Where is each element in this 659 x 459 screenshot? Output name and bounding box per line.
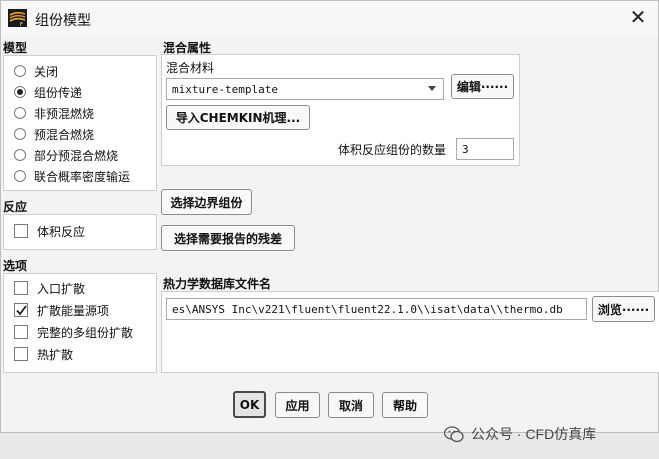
- mixture-material-select[interactable]: mixture-template: [166, 78, 444, 100]
- model-option-label: 非预混燃烧: [34, 106, 95, 121]
- title-bar: F 组份模型 ✕: [1, 1, 658, 35]
- radio-button[interactable]: [14, 86, 26, 98]
- thermo-db-path-input[interactable]: es\ANSYS Inc\v221\fluent\fluent22.1.0\\i…: [166, 298, 587, 320]
- wechat-icon: [444, 425, 464, 442]
- select-report-residuals-button[interactable]: 选择需要报告的残差: [161, 225, 295, 251]
- fluent-app-icon: F: [8, 9, 27, 27]
- thermo-db-group: es\ANSYS Inc\v221\fluent\fluent22.1.0\\i…: [161, 291, 659, 373]
- watermark: 公众号 · CFD仿真库: [444, 424, 596, 444]
- option-label: 扩散能量源项: [37, 303, 110, 318]
- num-species-input[interactable]: 3: [456, 138, 514, 160]
- model-option-radio[interactable]: 部分预混合燃烧: [14, 146, 118, 164]
- close-icon[interactable]: ✕: [626, 6, 650, 30]
- option-checkbox[interactable]: 热扩散: [14, 345, 73, 363]
- model-option-radio[interactable]: 组份传递: [14, 83, 82, 101]
- options-section-title: 选项: [3, 259, 28, 273]
- checkbox-box[interactable]: [14, 281, 28, 295]
- ok-button[interactable]: OK: [233, 391, 266, 418]
- browse-button[interactable]: 浏览······: [592, 296, 655, 322]
- help-button[interactable]: 帮助: [382, 392, 428, 418]
- reaction-section-title: 反应: [3, 200, 28, 214]
- radio-button[interactable]: [14, 107, 26, 119]
- thermo-db-title: 热力学数据库文件名: [163, 277, 272, 291]
- reaction-group: 体积反应: [3, 214, 157, 250]
- model-option-radio[interactable]: 关闭: [14, 62, 58, 80]
- volumetric-reaction-label: 体积反应: [37, 224, 86, 239]
- option-label: 入口扩散: [37, 281, 86, 296]
- checkbox-box[interactable]: [14, 224, 28, 238]
- window-title: 组份模型: [35, 12, 91, 28]
- volumetric-reaction-checkbox[interactable]: 体积反应: [14, 222, 85, 240]
- import-chemkin-button[interactable]: 导入CHEMKIN机理...: [166, 105, 310, 130]
- select-boundary-species-button[interactable]: 选择边界组份: [161, 189, 252, 215]
- model-option-label: 部分预混合燃烧: [34, 148, 119, 163]
- option-checkbox[interactable]: 扩散能量源项: [14, 301, 109, 319]
- options-group: 入口扩散扩散能量源项完整的多组份扩散 热扩散: [3, 273, 157, 373]
- checkmark-icon: [16, 305, 27, 316]
- edit-button[interactable]: 编辑······: [451, 74, 514, 99]
- option-label: 完整的多组份扩散: [37, 325, 134, 340]
- cancel-button[interactable]: 取消: [328, 392, 374, 418]
- option-checkbox[interactable]: 完整的多组份扩散: [14, 323, 133, 341]
- radio-button[interactable]: [14, 170, 26, 182]
- checkbox-box[interactable]: [14, 303, 28, 317]
- radio-button[interactable]: [14, 149, 26, 161]
- mixture-material-value: mixture-template: [172, 82, 278, 96]
- model-option-label: 联合概率密度输运: [34, 169, 131, 184]
- num-species-label: 体积反应组份的数量: [338, 143, 447, 157]
- radio-button[interactable]: [14, 65, 26, 77]
- model-option-radio[interactable]: 联合概率密度输运: [14, 167, 130, 185]
- model-option-label: 预混合燃烧: [34, 127, 95, 142]
- checkbox-box[interactable]: [14, 325, 28, 339]
- mixture-material-label: 混合材料: [166, 61, 215, 75]
- model-option-radio[interactable]: 预混合燃烧: [14, 125, 94, 143]
- chevron-down-icon: [428, 86, 436, 91]
- option-label: 热扩散: [37, 347, 74, 362]
- svg-text:F: F: [20, 22, 23, 27]
- model-radio-group: 关闭组份传递非预混燃烧预混合燃烧部分预混合燃烧 联合概率密度输运: [3, 55, 157, 191]
- option-checkbox[interactable]: 入口扩散: [14, 279, 85, 297]
- radio-button[interactable]: [14, 128, 26, 140]
- model-section-title: 模型: [3, 41, 28, 55]
- watermark-text: 公众号 · CFD仿真库: [471, 426, 597, 442]
- checkbox-box[interactable]: [14, 347, 28, 361]
- mixture-properties-group: 混合材料 mixture-template 编辑······ 导入CHEMKIN…: [161, 54, 520, 166]
- model-option-radio[interactable]: 非预混燃烧: [14, 104, 94, 122]
- model-option-label: 组份传递: [34, 85, 83, 100]
- apply-button[interactable]: 应用: [275, 392, 320, 418]
- model-option-label: 关闭: [34, 64, 59, 79]
- species-model-dialog: F 组份模型 ✕ 模型 关闭组份传递非预混燃烧预混合燃烧部分预混合燃烧 联合概率密…: [0, 0, 659, 433]
